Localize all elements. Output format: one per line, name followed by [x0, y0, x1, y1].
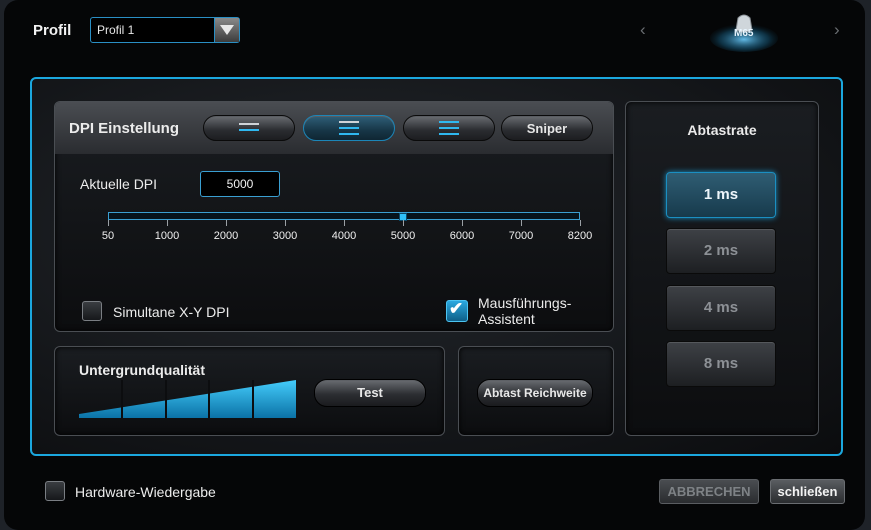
mouse-assist-label-line1: Mausführungs- — [478, 295, 572, 311]
slider-tick — [344, 220, 345, 226]
cancel-button[interactable]: ABBRECHEN — [659, 479, 759, 504]
sniper-button[interactable]: Sniper — [501, 115, 593, 141]
device-name: M65 — [734, 28, 754, 39]
profile-label: Profil — [33, 22, 72, 39]
slider-tick — [580, 220, 581, 226]
slider-tick — [521, 220, 522, 226]
slider-tick-label: 3000 — [272, 230, 298, 242]
profile-select[interactable]: Profil 1 — [90, 17, 240, 43]
dpi-panel: DPI Einstellung Sniper Aktuelle DPI 5000… — [54, 101, 614, 332]
dpi-mode-1-button[interactable] — [203, 115, 295, 141]
rate-1ms-button[interactable]: 1 ms — [666, 172, 776, 218]
simultaneous-xy-checkbox[interactable] — [82, 301, 102, 321]
polling-rate-panel: Abtastrate 1 ms 2 ms 4 ms 8 ms — [625, 101, 819, 436]
surface-quality-title: Untergrundqualität — [79, 362, 205, 378]
mouse-assist-label-line2: Assistent — [478, 311, 535, 327]
rate-8ms-button[interactable]: 8 ms — [666, 341, 776, 387]
close-button[interactable]: schließen — [770, 479, 845, 504]
dpi-level-2-icon — [339, 121, 359, 139]
slider-tick — [403, 220, 404, 226]
current-dpi-label: Aktuelle DPI — [80, 176, 158, 192]
slider-tick-label: 2000 — [213, 230, 239, 242]
dpi-level-3-icon — [439, 121, 459, 139]
dpi-value-input[interactable]: 5000 — [200, 171, 280, 197]
polling-rate-title: Abtastrate — [687, 122, 757, 138]
slider-tick-label: 7000 — [508, 230, 534, 242]
surface-quality-bars — [79, 380, 296, 418]
slider-tick-label: 4000 — [331, 230, 357, 242]
scan-range-button[interactable]: Abtast Reichweite — [477, 379, 593, 407]
slider-tick — [108, 220, 109, 226]
simultaneous-xy-label: Simultane X-Y DPI — [113, 304, 230, 320]
slider-tick — [167, 220, 168, 226]
dpi-mode-2-button[interactable] — [303, 115, 395, 141]
slider-tick-label: 6000 — [449, 230, 475, 242]
previous-device-arrow-icon[interactable]: ‹ — [640, 20, 646, 40]
next-device-arrow-icon[interactable]: › — [834, 20, 840, 40]
slider-tick-label: 1000 — [154, 230, 180, 242]
hardware-playback-checkbox[interactable] — [45, 481, 65, 501]
slider-tick — [226, 220, 227, 226]
settings-frame: DPI Einstellung Sniper Aktuelle DPI 5000… — [30, 77, 843, 456]
checkmark-icon: ✔ — [449, 299, 464, 318]
profile-select-value: Profil 1 — [97, 23, 135, 37]
dpi-mode-3-button[interactable] — [403, 115, 495, 141]
slider-tick — [285, 220, 286, 226]
scan-range-panel: Abtast Reichweite — [458, 346, 614, 436]
mouse-assist-checkbox[interactable]: ✔ — [446, 299, 468, 322]
slider-tick-label: 50 — [101, 230, 115, 242]
slider-tick-label: 5000 — [390, 230, 416, 242]
surface-quality-meter — [79, 380, 299, 418]
sniper-label: Sniper — [526, 121, 568, 136]
hardware-playback-label: Hardware-Wiedergabe — [75, 484, 216, 500]
surface-quality-panel: Untergrundqualität Test — [54, 346, 445, 436]
dpi-level-1-icon — [239, 123, 259, 135]
chevron-down-icon[interactable] — [214, 18, 239, 42]
dpi-title: DPI Einstellung — [69, 120, 180, 137]
rate-4ms-button[interactable]: 4 ms — [666, 285, 776, 331]
dpi-slider-track[interactable] — [108, 212, 580, 220]
slider-tick-label: 8200 — [567, 230, 593, 242]
test-button[interactable]: Test — [314, 379, 426, 407]
rate-2ms-button[interactable]: 2 ms — [666, 228, 776, 274]
dpi-header: DPI Einstellung Sniper — [55, 102, 613, 154]
slider-tick — [462, 220, 463, 226]
